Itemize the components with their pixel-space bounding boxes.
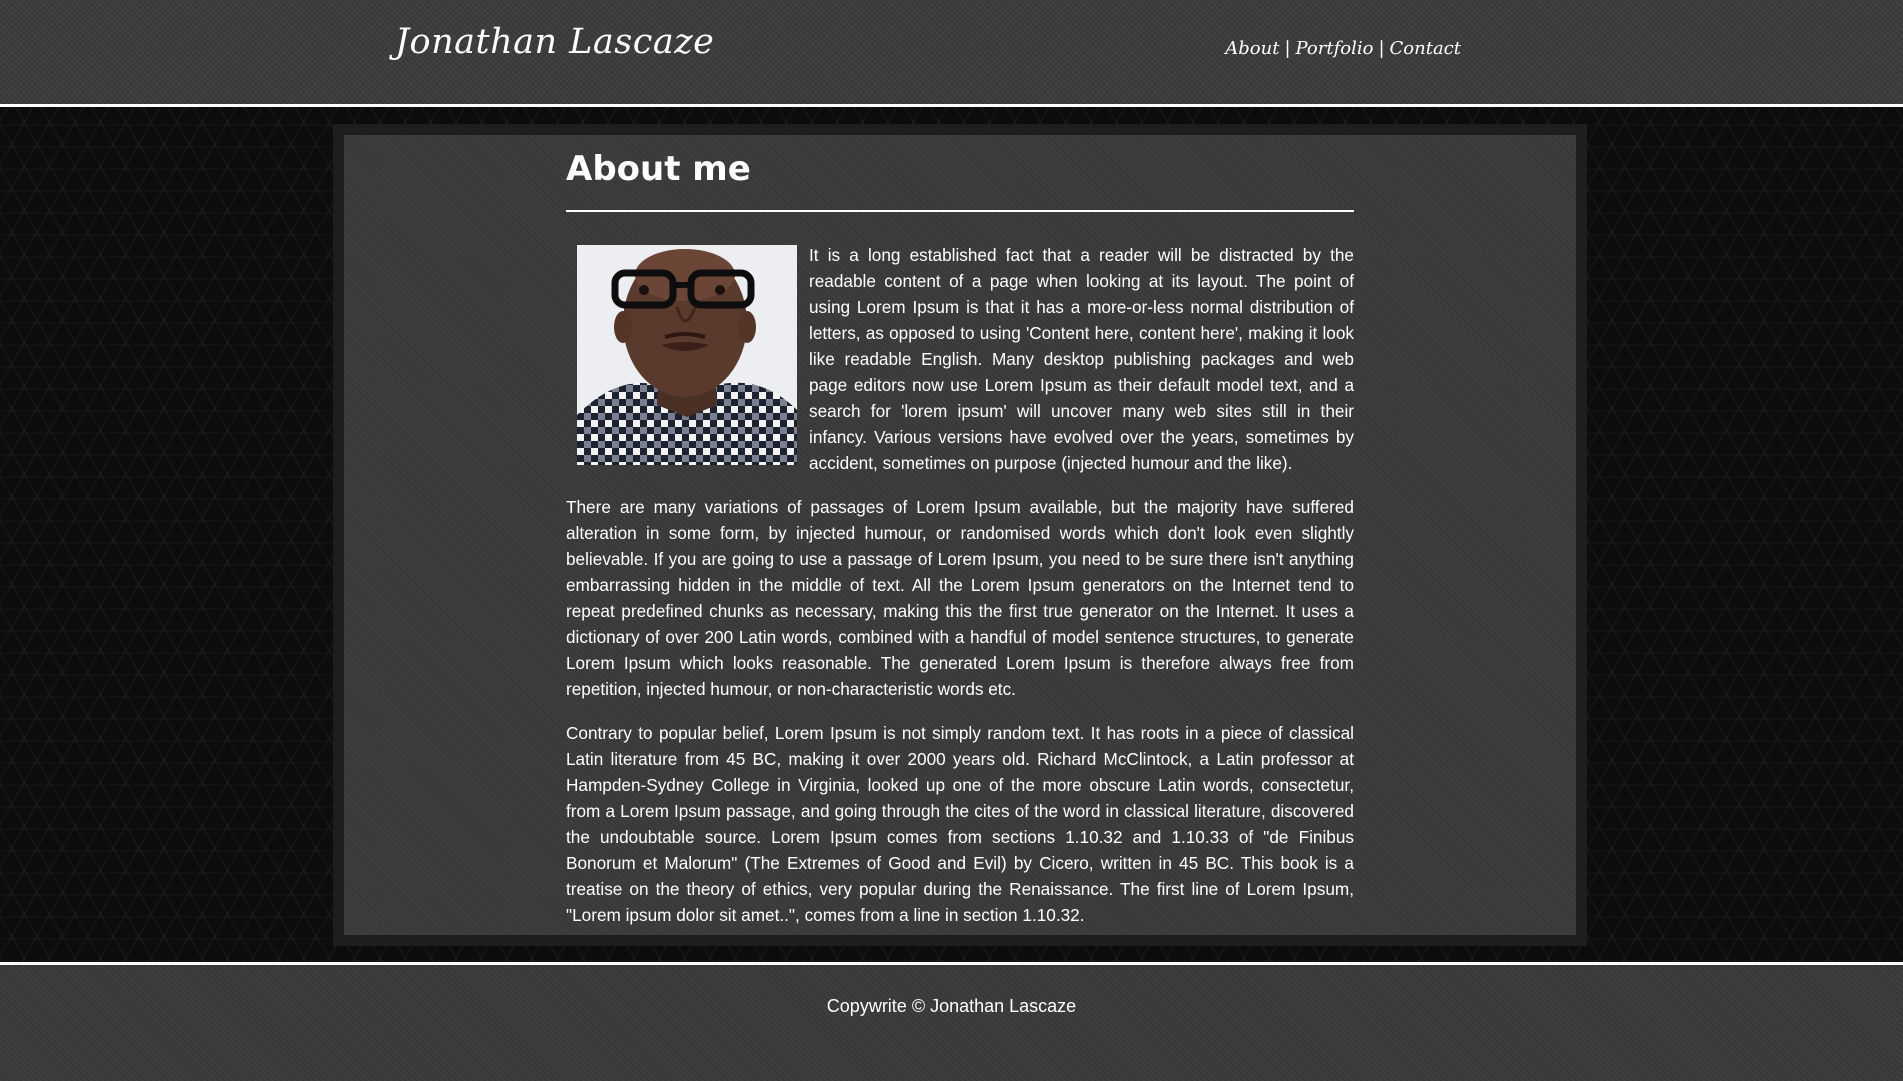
nav-separator: | <box>1284 38 1291 59</box>
paragraph-3: Contrary to popular belief, Lorem Ipsum … <box>566 723 1354 925</box>
site-logo[interactable]: Jonathan Lascaze <box>395 22 714 62</box>
main-nav: About | Portfolio | Contact <box>1225 38 1461 59</box>
nav-link-contact[interactable]: Contact <box>1390 38 1461 59</box>
about-section: About me It is a long established fact t… <box>566 140 1354 928</box>
portrait-photo-icon <box>577 245 797 465</box>
nav-separator: | <box>1378 38 1385 59</box>
copyright-text: Copywrite © Jonathan Lascaze <box>826 996 1077 1016</box>
title-divider <box>566 210 1354 212</box>
site-header: Jonathan Lascaze About | Portfolio | Con… <box>0 0 1903 104</box>
page-title: About me <box>566 149 751 189</box>
paragraph-2: There are many variations of passages of… <box>566 497 1354 699</box>
page: Jonathan Lascaze About | Portfolio | Con… <box>0 0 1903 1081</box>
site-footer: Copywrite © Jonathan Lascaze <box>0 965 1903 1081</box>
nav-link-portfolio[interactable]: Portfolio <box>1296 38 1374 59</box>
intro-block: It is a long established fact that a rea… <box>566 242 1354 476</box>
nav-link-about[interactable]: About <box>1225 38 1279 59</box>
portrait-image <box>577 245 797 465</box>
